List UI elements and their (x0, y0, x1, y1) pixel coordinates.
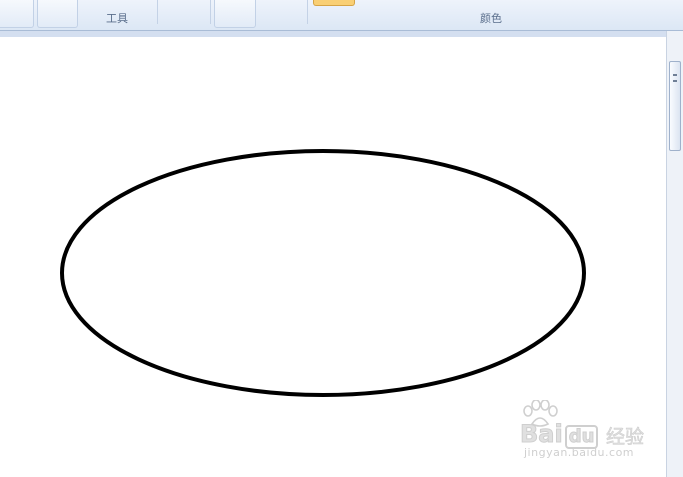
drawing-canvas[interactable]: Bai du 经验 jingyan.baidu.com (0, 37, 666, 477)
color-1-swatch[interactable] (313, 0, 355, 6)
ribbon-button-tool[interactable] (37, 0, 78, 28)
ribbon-separator (307, 0, 308, 24)
tools-group-label: 工具 (106, 12, 128, 25)
ribbon-button-prev[interactable] (0, 0, 34, 28)
drawn-ellipse[interactable] (60, 149, 586, 397)
paint-window: 工具 颜色 Bai du 经验 jingyan.baidu.com (0, 0, 683, 477)
watermark-brand: Bai du (520, 420, 599, 449)
watermark-brand-bai: Bai (520, 420, 564, 449)
watermark-url: jingyan.baidu.com (524, 446, 635, 459)
scrollbar-thumb[interactable] (669, 61, 681, 151)
ribbon-separator (210, 0, 211, 24)
ribbon-button-size[interactable] (214, 0, 256, 28)
vertical-scrollbar[interactable] (666, 31, 683, 477)
baidu-jingyan-watermark: Bai du 经验 jingyan.baidu.com (520, 400, 660, 462)
ribbon-button-shapes[interactable] (160, 0, 210, 28)
ribbon-separator (157, 0, 158, 24)
grip-icon (673, 74, 677, 82)
watermark-product: 经验 (606, 426, 645, 449)
colors-group-label: 颜色 (480, 12, 502, 25)
ribbon: 工具 颜色 (0, 0, 683, 31)
